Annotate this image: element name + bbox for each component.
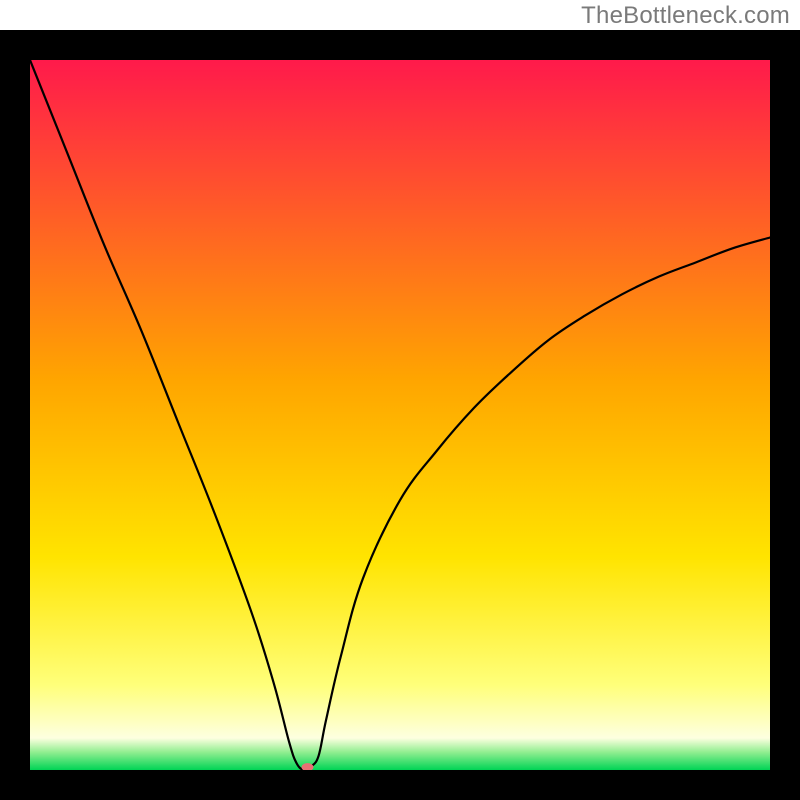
bottleneck-chart xyxy=(0,0,800,800)
annotations-group xyxy=(302,763,314,771)
gradient-background xyxy=(30,60,770,770)
chart-stage: TheBottleneck.com xyxy=(0,0,800,800)
vertex-marker xyxy=(302,763,314,771)
